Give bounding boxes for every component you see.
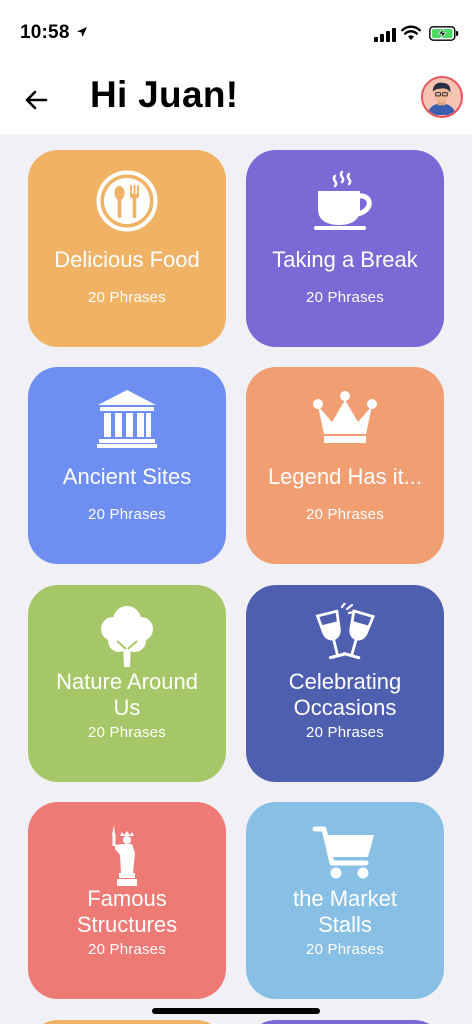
tree-icon xyxy=(101,606,153,667)
battery-charging-icon xyxy=(429,26,459,41)
back-button[interactable] xyxy=(22,86,50,114)
category-card-ancient-sites[interactable]: Ancient Sites 20 Phrases xyxy=(28,367,226,564)
wifi-icon xyxy=(401,25,421,40)
fork-spoon-icon xyxy=(96,170,158,232)
card-title-line: Celebrating xyxy=(288,669,402,694)
card-title: Taking a Break xyxy=(272,247,418,272)
card-title: Celebrating Occasions xyxy=(252,669,438,721)
app-header: Hi Juan! xyxy=(0,68,472,134)
card-phrase-count: 20 Phrases xyxy=(306,941,384,958)
location-arrow-icon xyxy=(77,27,87,37)
temple-icon xyxy=(97,390,157,448)
card-title: Famous Structures xyxy=(34,886,220,938)
category-card-partial[interactable] xyxy=(246,1020,444,1024)
user-avatar-icon xyxy=(423,78,460,115)
card-title-line: Structures xyxy=(76,912,178,937)
card-title-line: Occasions xyxy=(293,695,397,720)
card-title-line: Nature Around xyxy=(56,669,198,694)
card-phrase-count: 20 Phrases xyxy=(306,506,384,523)
card-phrase-count: 20 Phrases xyxy=(88,724,166,741)
coffee-cup-icon xyxy=(314,170,372,230)
card-title-line: Stalls xyxy=(318,912,372,937)
cellular-signal-icon xyxy=(374,28,396,42)
back-arrow-icon xyxy=(25,90,48,110)
category-grid: Delicious Food 20 Phrases Taking a Break… xyxy=(0,134,472,1024)
card-title: Ancient Sites xyxy=(62,464,192,489)
card-title: Legend Has it... xyxy=(267,464,423,489)
card-title: Delicious Food xyxy=(54,247,200,272)
card-title-line: Us xyxy=(113,695,141,720)
crown-icon xyxy=(313,391,377,443)
card-title-line: the Market xyxy=(293,886,397,911)
card-phrase-count: 20 Phrases xyxy=(306,289,384,306)
card-phrase-count: 20 Phrases xyxy=(88,289,166,306)
card-title: Nature Around Us xyxy=(34,669,220,721)
wine-glasses-icon xyxy=(315,603,376,660)
card-phrase-count: 20 Phrases xyxy=(88,941,166,958)
status-bar: 10:58 xyxy=(0,0,472,68)
category-card-delicious-food[interactable]: Delicious Food 20 Phrases xyxy=(28,150,226,347)
category-card-legend-has-it[interactable]: Legend Has it... 20 Phrases xyxy=(246,367,444,564)
category-card-the-market-stalls[interactable]: the Market Stalls 20 Phrases xyxy=(246,802,444,999)
category-card-famous-structures[interactable]: Famous Structures 20 Phrases xyxy=(28,802,226,999)
card-title-line: Famous xyxy=(87,886,167,911)
card-title: the Market Stalls xyxy=(252,886,438,938)
card-phrase-count: 20 Phrases xyxy=(88,506,166,523)
shopping-cart-icon xyxy=(312,826,374,879)
category-card-nature-around-us[interactable]: Nature Around Us 20 Phrases xyxy=(28,585,226,782)
card-phrase-count: 20 Phrases xyxy=(306,724,384,741)
home-indicator xyxy=(152,1008,320,1014)
category-card-partial[interactable] xyxy=(28,1020,226,1024)
profile-avatar[interactable] xyxy=(421,76,463,118)
statue-of-liberty-icon xyxy=(112,825,137,886)
page-title: Hi Juan! xyxy=(90,74,239,115)
category-card-taking-a-break[interactable]: Taking a Break 20 Phrases xyxy=(246,150,444,347)
status-time: 10:58 xyxy=(20,22,70,43)
category-card-celebrating-occasions[interactable]: Celebrating Occasions 20 Phrases xyxy=(246,585,444,782)
